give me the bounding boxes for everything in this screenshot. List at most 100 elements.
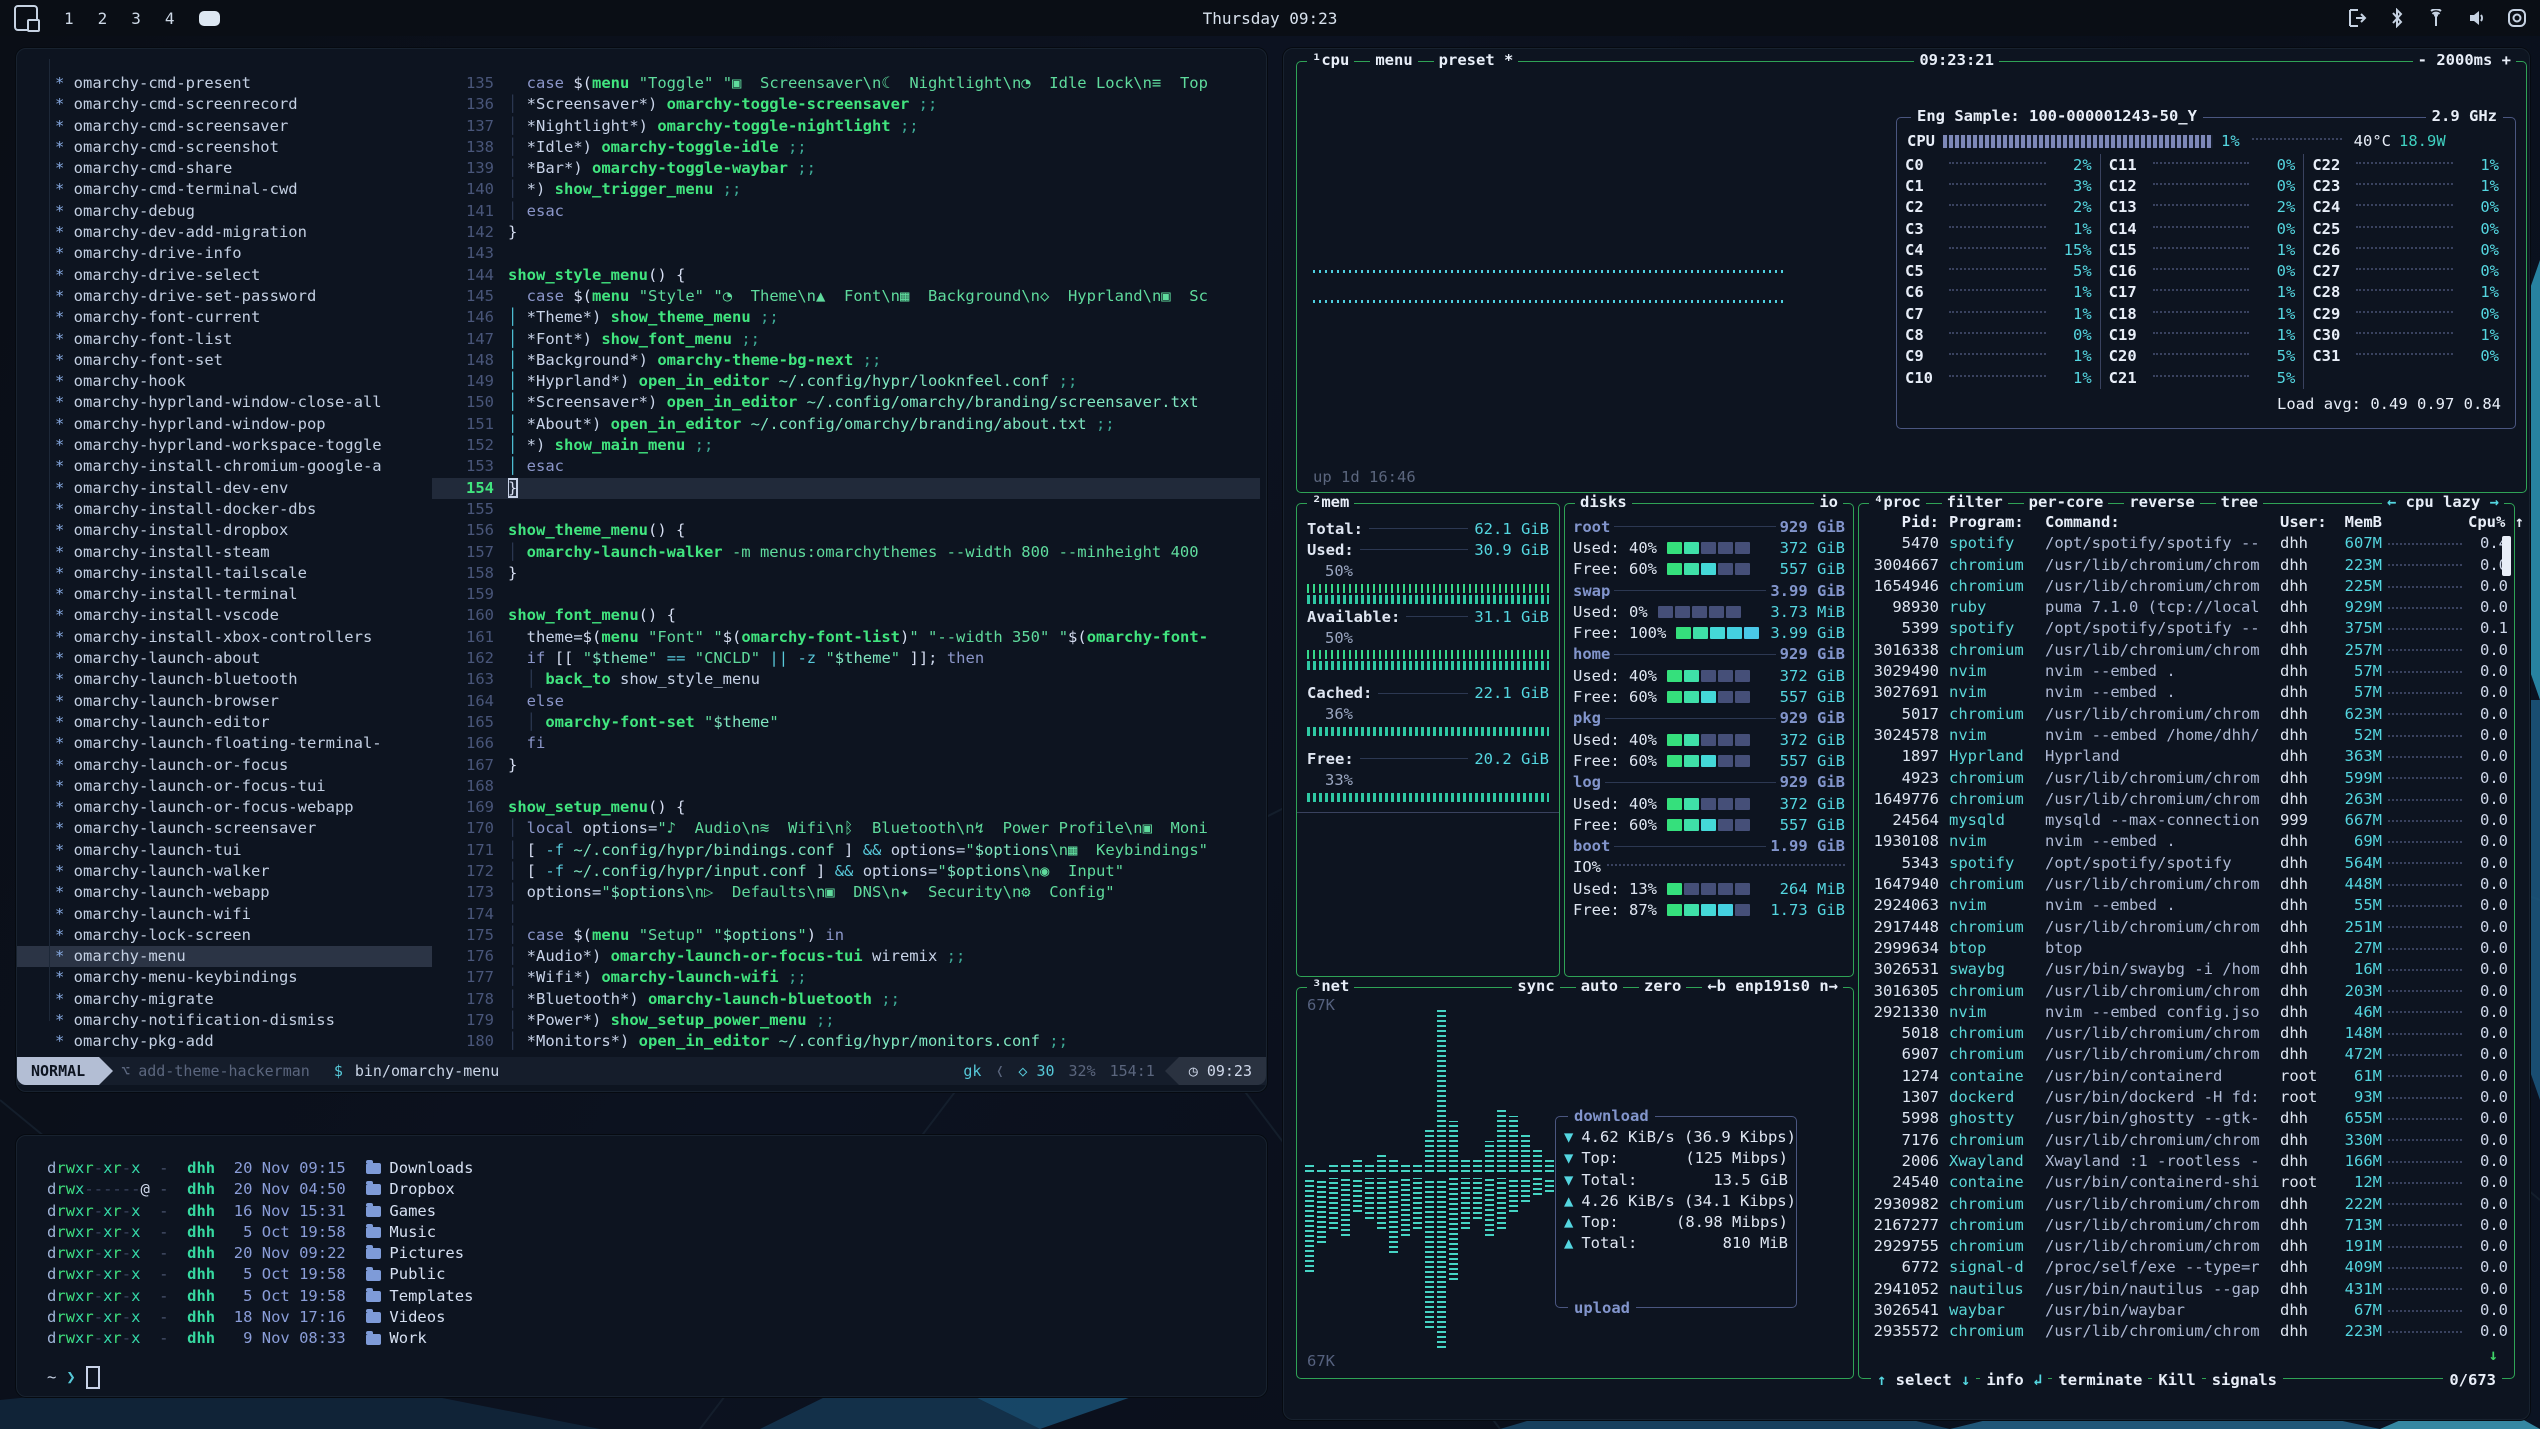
- proc-control-filter[interactable]: filter: [1942, 493, 2008, 511]
- workspace-active-indicator[interactable]: [199, 11, 220, 26]
- file-row[interactable]: * omarchy-launch-bluetooth: [17, 669, 432, 690]
- proc-action-Kill[interactable]: Kill: [2152, 1371, 2201, 1389]
- proc-row[interactable]: 3016338chromium/usr/lib/chromium/chromdh…: [1865, 640, 2508, 661]
- code-line[interactable]: 149│ *Hyprland*) open_in_editor ~/.confi…: [432, 371, 1260, 392]
- code-line[interactable]: 165 │ omarchy-font-set "$theme": [432, 712, 1260, 733]
- proc-action-signals[interactable]: signals: [2206, 1371, 2283, 1389]
- proc-row[interactable]: 1897HyprlandHyprlanddhh363M0.0: [1865, 746, 2508, 767]
- code-line[interactable]: 159: [432, 584, 1260, 605]
- file-row[interactable]: * omarchy-install-terminal: [17, 584, 432, 605]
- proc-row[interactable]: 2167277chromium/usr/lib/chromium/chromdh…: [1865, 1215, 2508, 1236]
- file-row[interactable]: * omarchy-launch-floating-terminal-: [17, 733, 432, 754]
- settings-icon[interactable]: [2508, 9, 2526, 27]
- proc-row[interactable]: 1647940chromium/usr/lib/chromium/chromdh…: [1865, 874, 2508, 895]
- proc-row[interactable]: 5343spotify/opt/spotify/spotifydhh564M0.…: [1865, 853, 2508, 874]
- proc-row[interactable]: 3029490nvimnvim --embed .dhh57M0.0: [1865, 661, 2508, 682]
- proc-row[interactable]: 3004667chromium/usr/lib/chromium/chromdh…: [1865, 555, 2508, 576]
- file-row[interactable]: * omarchy-cmd-present: [17, 73, 432, 94]
- scroll-down-icon[interactable]: ↓: [2489, 1346, 2498, 1364]
- workspace-1[interactable]: 1: [64, 9, 74, 28]
- proc-row[interactable]: 1307dockerd/usr/bin/dockerd -H fd:root93…: [1865, 1087, 2508, 1108]
- proc-row[interactable]: 5998ghostty/usr/bin/ghostty --gtk-dhh655…: [1865, 1108, 2508, 1129]
- code-line[interactable]: 145 case $(menu "Style" "◔ Theme\n▲ Font…: [432, 286, 1260, 307]
- file-row[interactable]: * omarchy-notification-dismiss: [17, 1010, 432, 1031]
- code-line[interactable]: 144show_style_menu() {: [432, 265, 1260, 286]
- code-line[interactable]: 166 fi: [432, 733, 1260, 754]
- preset-button[interactable]: preset *: [1434, 51, 1519, 69]
- proc-row[interactable]: 1649776chromium/usr/lib/chromium/chromdh…: [1865, 789, 2508, 810]
- file-row[interactable]: * omarchy-pkg-add: [17, 1031, 432, 1052]
- network-icon[interactable]: [2426, 9, 2446, 27]
- proc-row[interactable]: 7176chromium/usr/lib/chromium/chromdhh33…: [1865, 1130, 2508, 1151]
- file-row[interactable]: * omarchy-launch-about: [17, 648, 432, 669]
- file-row[interactable]: * omarchy-install-steam: [17, 542, 432, 563]
- file-row[interactable]: * omarchy-launch-browser: [17, 691, 432, 712]
- proc-action-info[interactable]: info ↲: [1980, 1371, 2048, 1389]
- code-line[interactable]: 160show_font_menu() {: [432, 605, 1260, 626]
- file-row[interactable]: * omarchy-launch-or-focus-tui: [17, 776, 432, 797]
- net-control-zero[interactable]: zero: [1639, 977, 1686, 995]
- proc-row[interactable]: 1654946chromium/usr/lib/chromium/chromdh…: [1865, 576, 2508, 597]
- file-row[interactable]: * omarchy-hyprland-workspace-toggle: [17, 435, 432, 456]
- file-row[interactable]: * omarchy-install-vscode: [17, 605, 432, 626]
- file-row[interactable]: * omarchy-launch-editor: [17, 712, 432, 733]
- proc-row[interactable]: 24540containe/usr/bin/containerd-shiroot…: [1865, 1172, 2508, 1193]
- proc-row[interactable]: 2006XwaylandXwayland :1 -rootless -dhh16…: [1865, 1151, 2508, 1172]
- proc-row[interactable]: 2930982chromium/usr/lib/chromium/chromdh…: [1865, 1194, 2508, 1215]
- code-line[interactable]: 170│ local options="♪ Audio\n≋ Wifi\nᛒ B…: [432, 818, 1260, 839]
- net-control-benp191s0n[interactable]: ←b enp191s0 n→: [1702, 977, 1843, 995]
- proc-row[interactable]: 6907chromium/usr/lib/chromium/chromdhh47…: [1865, 1044, 2508, 1065]
- proc-row[interactable]: 3024578nvimnvim --embed /home/dhh/dhh52M…: [1865, 725, 2508, 746]
- code-line[interactable]: 138│ *Idle*) omarchy-toggle-idle ;;: [432, 137, 1260, 158]
- code-line[interactable]: 136│ *Screensaver*) omarchy-toggle-scree…: [432, 94, 1260, 115]
- code-line[interactable]: 152│ *) show_main_menu ;;: [432, 435, 1260, 456]
- file-row[interactable]: * omarchy-cmd-terminal-cwd: [17, 179, 432, 200]
- code-line[interactable]: 177│ *Wifi*) omarchy-launch-wifi ;;: [432, 967, 1260, 988]
- proc-sort[interactable]: cpu lazy: [2406, 493, 2481, 511]
- code-line[interactable]: 163 │ back_to show_style_menu: [432, 669, 1260, 690]
- code-line[interactable]: 146│ *Theme*) show_theme_menu ;;: [432, 307, 1260, 328]
- file-row[interactable]: * omarchy-hyprland-window-pop: [17, 414, 432, 435]
- proc-row[interactable]: 5470spotify/opt/spotify/spotify --dhh607…: [1865, 533, 2508, 554]
- file-row[interactable]: * omarchy-migrate: [17, 989, 432, 1010]
- proc-row[interactable]: 5017chromium/usr/lib/chromium/chromdhh62…: [1865, 704, 2508, 725]
- file-browser-pane[interactable]: * omarchy-cmd-present* omarchy-cmd-scree…: [17, 73, 432, 1057]
- code-line[interactable]: 156show_theme_menu() {: [432, 520, 1260, 541]
- code-line[interactable]: 153│ esac: [432, 456, 1260, 477]
- file-row[interactable]: * omarchy-menu: [17, 946, 432, 967]
- volume-icon[interactable]: [2468, 9, 2486, 27]
- proc-control-per-core[interactable]: per-core: [2024, 493, 2109, 511]
- file-row[interactable]: * omarchy-font-current: [17, 307, 432, 328]
- code-line[interactable]: 158}: [432, 563, 1260, 584]
- apps-icon[interactable]: [14, 5, 38, 31]
- file-row[interactable]: * omarchy-launch-or-focus: [17, 755, 432, 776]
- file-row[interactable]: * omarchy-drive-set-password: [17, 286, 432, 307]
- code-line[interactable]: 169show_setup_menu() {: [432, 797, 1260, 818]
- code-line[interactable]: 174│: [432, 904, 1260, 925]
- code-line[interactable]: 161 theme=$(menu "Font" "$(omarchy-font-…: [432, 627, 1260, 648]
- proc-row[interactable]: 3026541waybar/usr/bin/waybardhh67M0.0: [1865, 1300, 2508, 1321]
- file-row[interactable]: * omarchy-install-tailscale: [17, 563, 432, 584]
- file-row[interactable]: * omarchy-launch-screensaver: [17, 818, 432, 839]
- file-row[interactable]: * omarchy-menu-keybindings: [17, 967, 432, 988]
- file-row[interactable]: * omarchy-install-xbox-controllers: [17, 627, 432, 648]
- proc-row[interactable]: 2935572chromium/usr/lib/chromium/chromdh…: [1865, 1321, 2508, 1342]
- file-row[interactable]: * omarchy-cmd-share: [17, 158, 432, 179]
- io-toggle[interactable]: io: [1814, 493, 1843, 511]
- proc-action-select[interactable]: ↑ select ↓: [1871, 1371, 1976, 1389]
- file-row[interactable]: * omarchy-font-list: [17, 329, 432, 350]
- proc-row[interactable]: 3027691nvimnvim --embed .dhh57M0.0: [1865, 682, 2508, 703]
- file-row[interactable]: * omarchy-launch-wifi: [17, 904, 432, 925]
- proc-row[interactable]: 4923chromium/usr/lib/chromium/chromdhh59…: [1865, 768, 2508, 789]
- file-row[interactable]: * omarchy-hook: [17, 371, 432, 392]
- shell-prompt[interactable]: ~❯: [47, 1366, 1266, 1389]
- file-row[interactable]: * omarchy-drive-info: [17, 243, 432, 264]
- code-line[interactable]: 180│ *Monitors*) open_in_editor ~/.confi…: [432, 1031, 1260, 1052]
- file-row[interactable]: * omarchy-install-dev-env: [17, 478, 432, 499]
- code-line[interactable]: 141│ esac: [432, 201, 1260, 222]
- code-line[interactable]: 172│ [ -f ~/.config/hypr/input.conf ] &&…: [432, 861, 1260, 882]
- code-line[interactable]: 162 if [[ "$theme" == "CNCLD" || -z "$th…: [432, 648, 1260, 669]
- file-row[interactable]: * omarchy-drive-select: [17, 265, 432, 286]
- code-line[interactable]: 135 case $(menu "Toggle" "▣ Screensaver\…: [432, 73, 1260, 94]
- menu-button[interactable]: menu: [1370, 51, 1417, 69]
